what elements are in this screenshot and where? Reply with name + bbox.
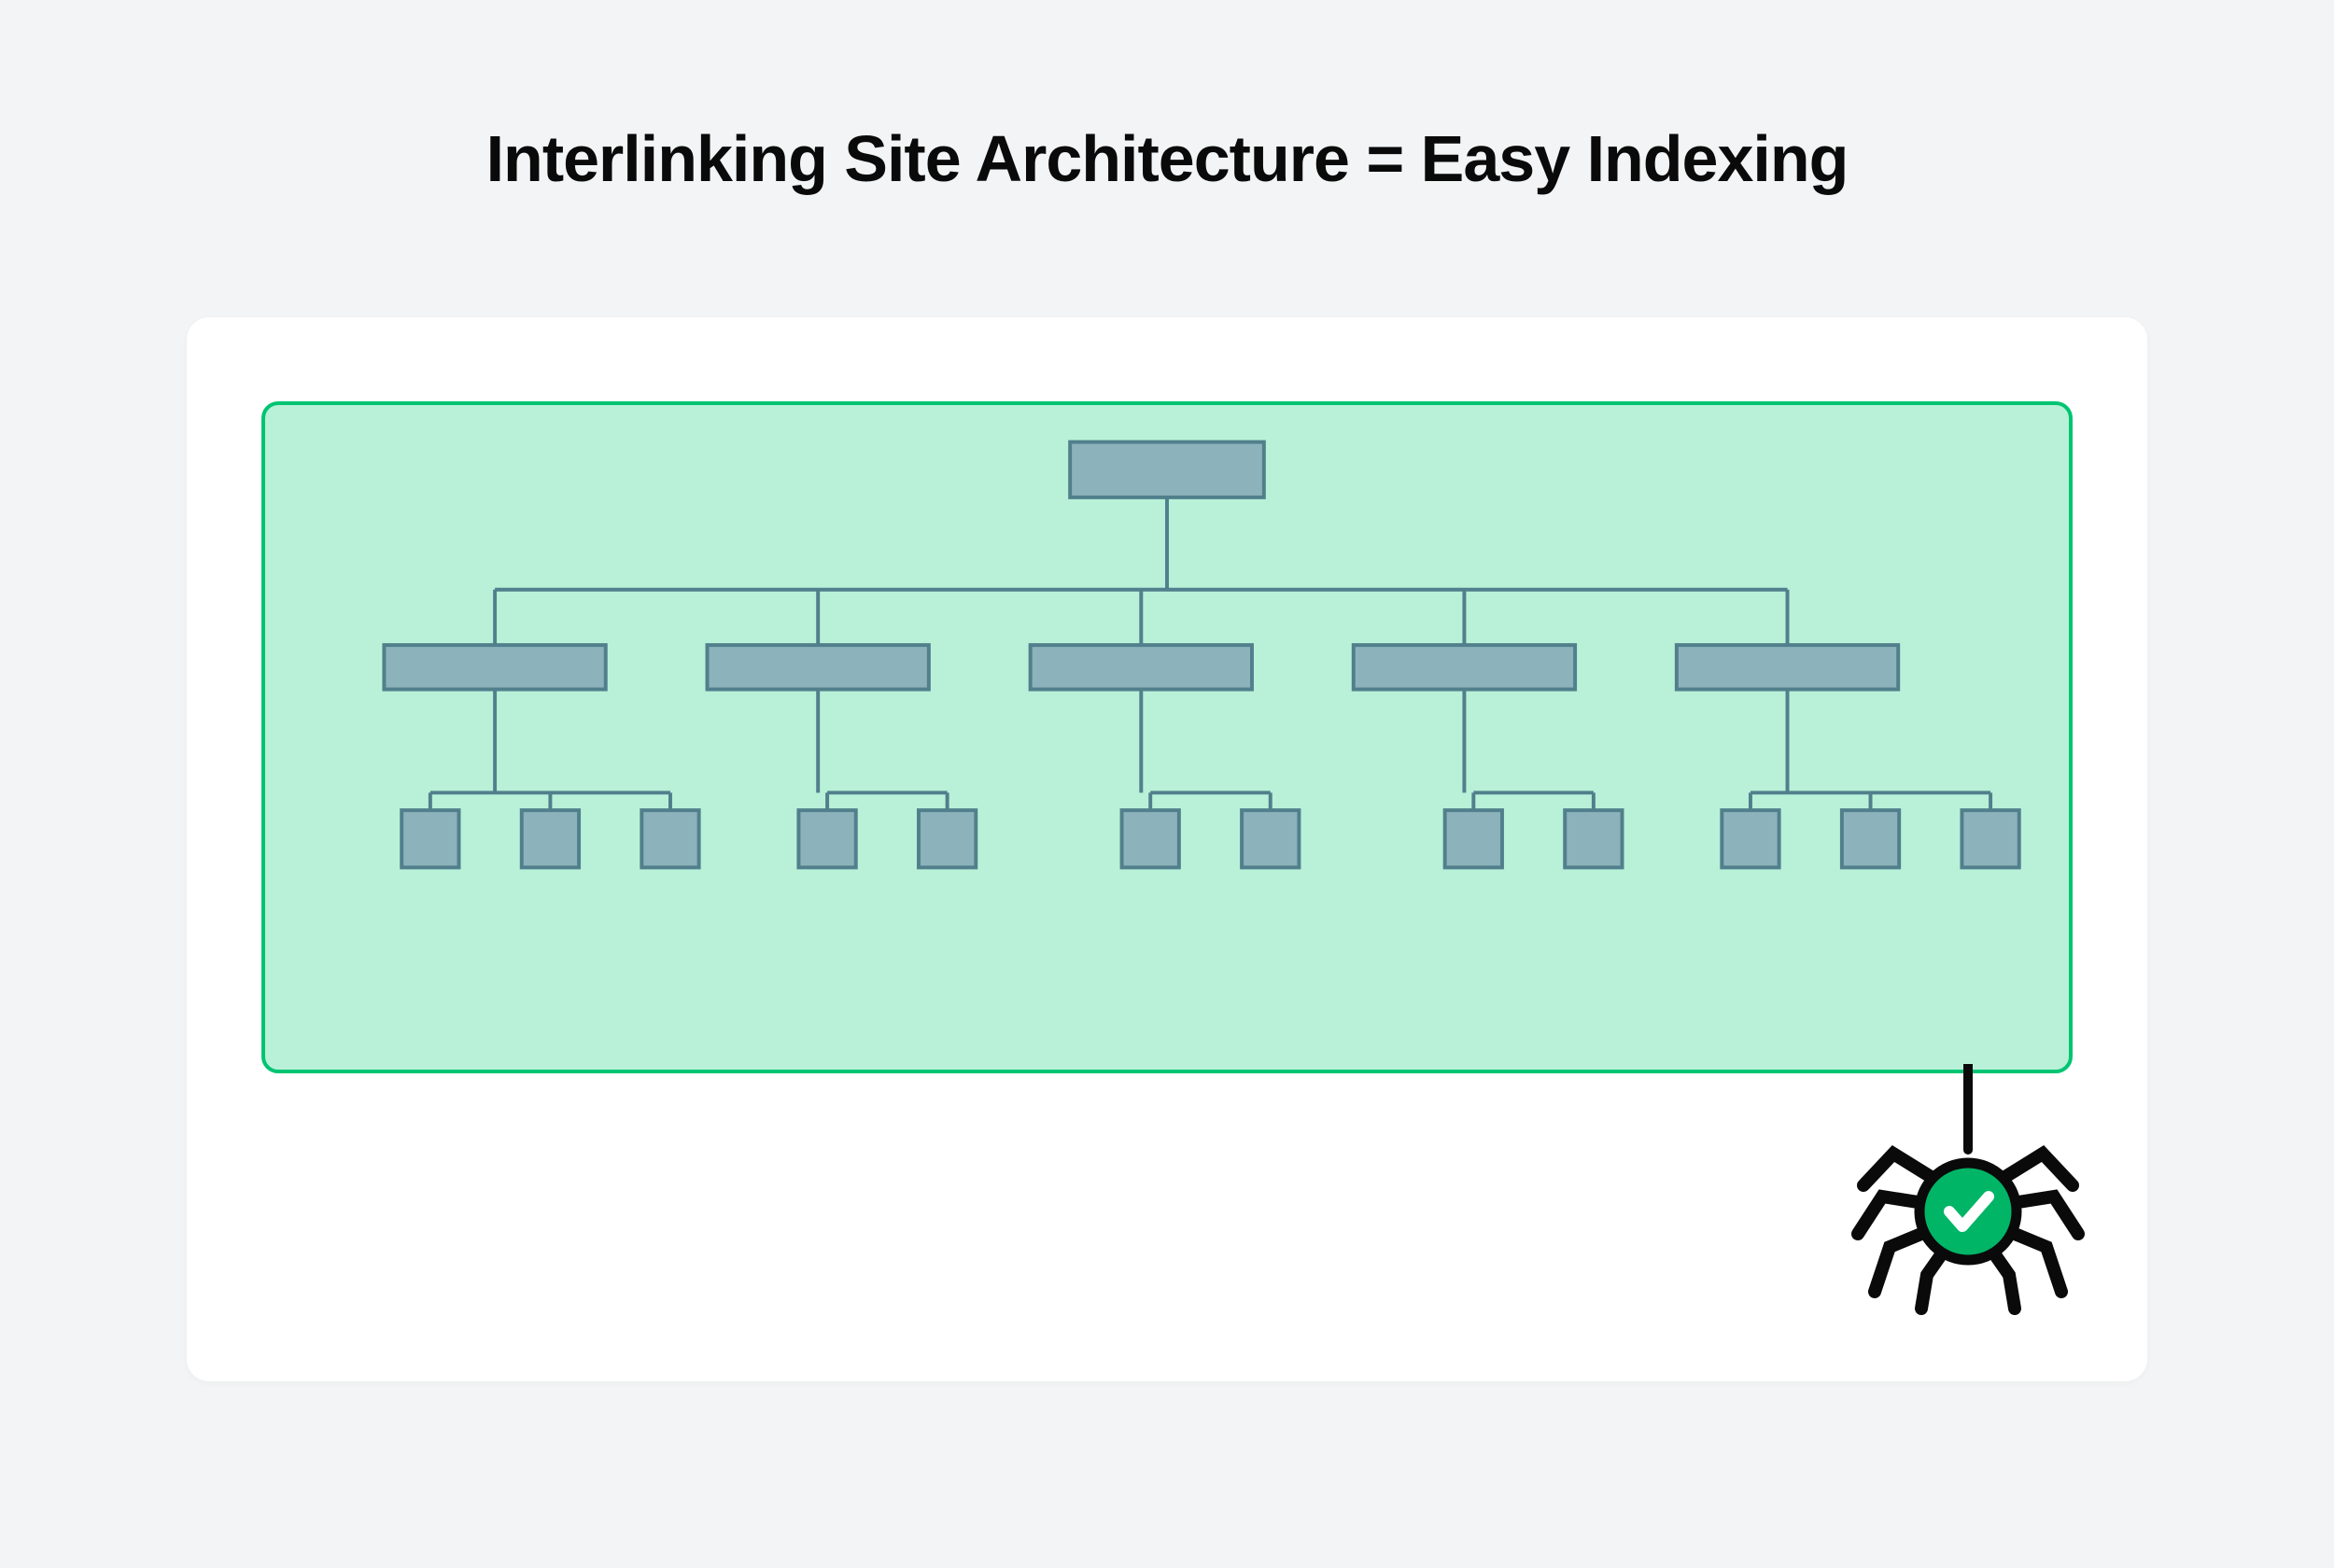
sitemap-category-node-4 (1677, 645, 1898, 689)
sitemap-page-node-4-2 (1961, 810, 2018, 867)
sitemap-page-node-0-0 (401, 810, 458, 867)
page-title: Interlinking Site Architecture = Easy In… (0, 121, 2334, 196)
sitemap-page-node-1-0 (798, 810, 855, 867)
sitemap-page-node-3-1 (1565, 810, 1622, 867)
sitemap-page-node-0-2 (641, 810, 698, 867)
sitemap-page-node-2-0 (1122, 810, 1179, 867)
sitemap-root-node (1070, 442, 1264, 497)
sitemap-page-node-1-1 (919, 810, 976, 867)
sitemap-page-node-3-0 (1445, 810, 1502, 867)
sitemap-category-node-0 (384, 645, 605, 689)
sitemap-page-node-4-0 (1722, 810, 1779, 867)
sitemap-page-node-4-1 (1842, 810, 1899, 867)
sitemap-category-node-1 (708, 645, 929, 689)
sitemap-category-node-3 (1354, 645, 1575, 689)
diagram-card (187, 317, 2147, 1381)
sitemap-page-node-2-1 (1242, 810, 1299, 867)
sitemap-page-node-0-1 (522, 810, 579, 867)
architecture-panel (261, 401, 2073, 1073)
sitemap-category-node-2 (1031, 645, 1252, 689)
sitemap-tree (265, 405, 2069, 1070)
spider-crawler-icon (1837, 1064, 2099, 1325)
